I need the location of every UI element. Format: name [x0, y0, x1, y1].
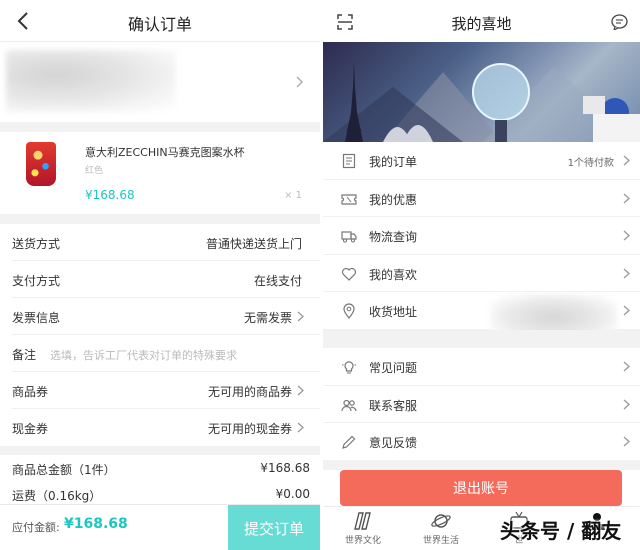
chevron-right-icon [623, 268, 630, 278]
location-pin-icon [343, 303, 355, 319]
chevron-right-icon [623, 305, 630, 316]
row-label: 支付方式 [12, 274, 61, 288]
row-value: 普通快递送货上门 [205, 237, 302, 251]
menu-label: 意见反馈 [369, 436, 418, 450]
submit-order-button[interactable]: 提交订单 [228, 505, 320, 550]
remark-row: 备注 选填，告诉工厂代表对订单的特殊要求 [12, 335, 320, 372]
payment-bar: 应付金额: ¥168.68 提交订单 [0, 504, 320, 550]
people-icon [341, 399, 357, 411]
row-value: 在线支付 [253, 274, 302, 288]
message-icon[interactable] [611, 14, 628, 30]
payable-amount: ¥168.68 [64, 516, 128, 532]
delivery-method-row[interactable]: 送货方式 普通快递送货上门 [12, 224, 320, 261]
subtotal-row: 商品总金额（1件） ¥168.68 [12, 455, 320, 481]
summary-label: 商品总金额（1件） [12, 463, 116, 477]
help-menu: 常见问题 联系客服 意见反馈 [323, 348, 640, 461]
menu-item-shipping-address[interactable]: 收货地址 [323, 292, 640, 340]
menu-label: 物流查询 [369, 230, 418, 244]
world-landmarks-image [323, 60, 640, 142]
chevron-right-icon [623, 230, 630, 241]
row-value: 无需发票 [243, 311, 292, 325]
menu-item-my-coupons[interactable]: 我的优惠 [323, 180, 640, 217]
menu-label: 我的喜欢 [369, 267, 418, 282]
chevron-right-icon [297, 422, 304, 433]
section-divider [0, 214, 320, 224]
tab-label: 世界生活 [422, 536, 459, 546]
heart-icon [341, 267, 357, 281]
confirm-order-screen: 确认订单 意大利ZECCHIN马赛克图案水杯 红色 ¥168.68 × 1 送货… [0, 0, 320, 550]
menu-item-logistics[interactable]: 物流查询 [323, 217, 640, 255]
product-quantity: × 1 [284, 190, 302, 201]
summary-value: ¥168.68 [260, 461, 310, 475]
row-label: 现金券 [12, 422, 49, 436]
product-price: ¥168.68 [85, 188, 135, 202]
page-title: 确认订单 [127, 15, 192, 34]
chevron-right-icon [623, 361, 630, 372]
menu-item-my-orders[interactable]: 我的订单 1个待付款 [323, 142, 640, 180]
truck-icon [341, 231, 357, 243]
pencil-icon [342, 435, 356, 449]
profile-banner [323, 42, 640, 142]
menu-label: 我的优惠 [369, 192, 418, 207]
book-icon [354, 512, 371, 530]
section-divider [323, 460, 640, 470]
page-title: 我的喜地 [451, 15, 512, 33]
payment-method-row[interactable]: 支付方式 在线支付 [12, 261, 320, 298]
chevron-right-icon [623, 193, 630, 203]
shipping-address-card[interactable] [0, 42, 320, 122]
menu-item-favorites[interactable]: 我的喜欢 [323, 255, 640, 292]
product-item: 意大利ZECCHIN马赛克图案水杯 红色 ¥168.68 × 1 [0, 132, 320, 214]
summary-label: 运费（0.16kg） [12, 489, 102, 503]
blurred-address [6, 50, 176, 112]
right-header: 我的喜地 [323, 0, 640, 42]
chevron-right-icon [623, 436, 630, 447]
price-summary: 商品总金额（1件） ¥168.68 运费（0.16kg） ¥0.00 [0, 455, 320, 507]
menu-item-customer-service[interactable]: 联系客服 [323, 386, 640, 423]
row-value: 无可用的商品券 [207, 385, 292, 399]
chevron-right-icon [297, 311, 304, 322]
payable-label: 应付金额: [12, 521, 60, 534]
section-divider [0, 122, 320, 132]
lightbulb-icon [342, 361, 356, 374]
menu-item-feedback[interactable]: 意见反馈 [323, 423, 640, 461]
order-options: 送货方式 普通快递送货上门 支付方式 在线支付 发票信息 无需发票 备注 选填，… [0, 224, 320, 446]
tab-world-life[interactable]: 世界生活 [401, 509, 481, 550]
row-label: 商品券 [12, 385, 49, 399]
menu-label: 常见问题 [369, 361, 418, 375]
tab-world-culture[interactable]: 世界文化 [323, 509, 403, 550]
tab-label: 世界文化 [344, 536, 381, 546]
menu-label: 收货地址 [369, 305, 418, 319]
row-label: 发票信息 [12, 311, 61, 325]
product-color: 红色 [85, 166, 104, 176]
document-icon [342, 153, 356, 169]
cash-coupon-row[interactable]: 现金券 无可用的现金券 [12, 409, 320, 446]
menu-item-faq[interactable]: 常见问题 [323, 348, 640, 386]
account-menu: 我的订单 1个待付款 我的优惠 物流查询 我的喜欢 收货地址 [323, 142, 640, 340]
product-image [26, 142, 56, 186]
invoice-row[interactable]: 发票信息 无需发票 [12, 298, 320, 335]
row-label: 送货方式 [12, 237, 61, 251]
left-header: 确认订单 [0, 0, 320, 42]
planet-icon [431, 514, 451, 528]
menu-label: 我的订单 [369, 155, 418, 169]
row-label: 备注 [12, 348, 37, 362]
section-divider [0, 446, 320, 455]
watermark-text: 头条号 / 翻友 [500, 519, 622, 543]
menu-label: 联系客服 [369, 398, 418, 413]
row-value: 无可用的现金券 [207, 422, 292, 436]
chevron-right-icon [296, 76, 303, 88]
coupon-icon [341, 193, 357, 205]
product-coupon-row[interactable]: 商品券 无可用的商品券 [12, 372, 320, 409]
chevron-right-icon [623, 155, 630, 166]
remark-input[interactable]: 选填，告诉工厂代表对订单的特殊要求 [50, 347, 237, 363]
pending-payment-count: 1个待付款 [567, 158, 614, 169]
chevron-right-icon [623, 399, 630, 409]
my-account-screen: 我的喜地 我的订单 1个待付款 我的优惠 物流查询 我的喜欢 收货地址 常见问题… [323, 0, 640, 550]
product-name: 意大利ZECCHIN马赛克图案水杯 [85, 146, 245, 159]
summary-value: ¥0.00 [275, 487, 310, 501]
logout-button[interactable]: 退出账号 [340, 470, 622, 506]
section-divider [323, 330, 640, 348]
chevron-right-icon [297, 385, 304, 396]
